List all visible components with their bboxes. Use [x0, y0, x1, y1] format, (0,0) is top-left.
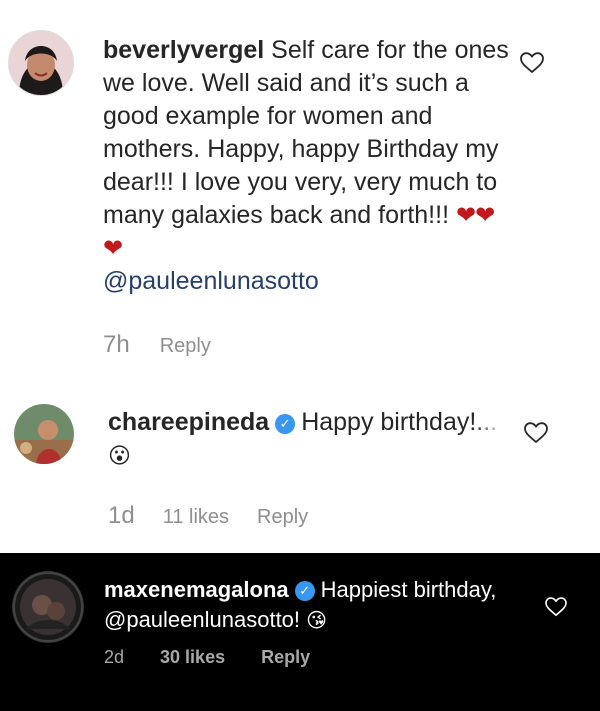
comment-text: Self care for the ones we love. Well sai… [103, 36, 509, 229]
reply-button[interactable]: Reply [261, 647, 310, 668]
comment-text: Happiest birthday, [320, 577, 497, 602]
emoji: 😮 [108, 443, 131, 468]
comment-beverlyvergel: beverlyvergel Self care for the ones we … [0, 0, 600, 388]
heart-outline-icon [545, 597, 567, 617]
comment-time: 7h [103, 331, 130, 358]
comment-username[interactable]: maxenemagalona [104, 577, 289, 602]
like-button[interactable] [520, 52, 544, 79]
mention-link[interactable]: @pauleenlunasotto [103, 267, 319, 295]
heart-outline-icon [524, 422, 548, 444]
mention-link[interactable]: @pauleenlunasotto! [104, 607, 300, 632]
comment-time: 1d [108, 502, 135, 529]
comment-text-faded: ay!... [442, 408, 498, 436]
comment-body: chareepineda ✓ Happy birthday!... 😮 [108, 406, 528, 472]
verified-badge-icon: ✓ [275, 414, 296, 434]
reply-button[interactable]: Reply [257, 506, 308, 529]
comment-meta: 2d 30 likes Reply [104, 647, 310, 668]
likes-count[interactable]: 11 likes [163, 506, 229, 529]
emoji: 😘 [306, 610, 328, 632]
comment-text: Happy birthd [301, 408, 443, 436]
comment-chareepineda: chareepineda ✓ Happy birthday!... 😮 1d 11 … [0, 388, 600, 553]
comment-username[interactable]: chareepineda [108, 408, 269, 436]
likes-count[interactable]: 30 likes [160, 647, 225, 668]
like-button[interactable] [524, 422, 548, 449]
like-button[interactable] [545, 597, 567, 622]
avatar[interactable] [12, 571, 84, 643]
comment-body: beverlyvergel Self care for the ones we … [103, 34, 513, 298]
comment-body: maxenemagalona ✓ Happiest birthday, @paule… [104, 575, 544, 636]
comment-username[interactable]: beverlyvergel [103, 36, 264, 64]
reply-button[interactable]: Reply [160, 335, 211, 358]
verified-badge-icon: ✓ [294, 581, 315, 601]
avatar[interactable] [8, 30, 74, 96]
comment-time: 2d [104, 647, 125, 667]
heart-outline-icon [520, 52, 544, 74]
comment-meta: 1d 11 likes Reply [108, 502, 308, 530]
avatar[interactable] [14, 404, 74, 464]
comment-maxenemagalona: maxenemagalona ✓ Happiest birthday, @paule… [0, 553, 600, 711]
comment-meta: 7h Reply [103, 331, 211, 359]
